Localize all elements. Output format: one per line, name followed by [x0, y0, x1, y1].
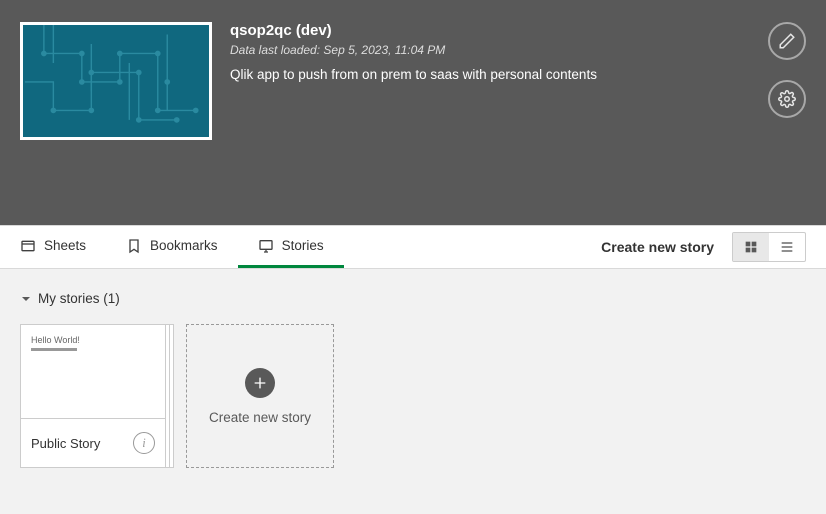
- sheets-icon: [20, 238, 36, 254]
- settings-button[interactable]: [768, 80, 806, 118]
- my-stories-header[interactable]: My stories (1): [20, 291, 806, 306]
- story-preview-text: Hello World!: [31, 335, 155, 345]
- preview-bar: [31, 348, 77, 351]
- list-view-button[interactable]: [769, 233, 805, 261]
- tab-bookmarks-label: Bookmarks: [150, 238, 218, 253]
- plus-icon: [252, 375, 268, 391]
- create-story-link[interactable]: Create new story: [601, 239, 714, 255]
- app-info: qsop2qc (dev) Data last loaded: Sep 5, 2…: [230, 22, 806, 203]
- list-icon: [779, 239, 795, 255]
- tabs-right: Create new story: [601, 232, 806, 262]
- tab-sheets-label: Sheets: [44, 238, 86, 253]
- stories-icon: [258, 238, 274, 254]
- stories-row: Hello World! Public Story i Create new s…: [20, 324, 806, 468]
- story-title: Public Story: [31, 436, 100, 451]
- app-title: qsop2qc (dev): [230, 22, 806, 39]
- tab-bookmarks[interactable]: Bookmarks: [106, 226, 238, 268]
- network-pattern-icon: [23, 25, 209, 137]
- tab-stories[interactable]: Stories: [238, 226, 344, 268]
- gear-icon: [778, 90, 796, 108]
- content-area: My stories (1) Hello World! Public Story…: [0, 269, 826, 490]
- story-info-button[interactable]: i: [133, 432, 155, 454]
- header-actions: [768, 22, 806, 118]
- story-footer: Public Story i: [21, 419, 165, 467]
- tabs-bar: Sheets Bookmarks Stories Create new stor…: [0, 225, 826, 269]
- app-thumbnail: [20, 22, 212, 140]
- app-last-loaded: Data last loaded: Sep 5, 2023, 11:04 PM: [230, 43, 806, 57]
- create-story-label: Create new story: [209, 410, 311, 425]
- app-header: qsop2qc (dev) Data last loaded: Sep 5, 2…: [0, 0, 826, 225]
- edit-button[interactable]: [768, 22, 806, 60]
- grid-view-button[interactable]: [733, 233, 769, 261]
- story-card[interactable]: Hello World! Public Story i: [20, 324, 166, 468]
- create-story-card[interactable]: Create new story: [186, 324, 334, 468]
- app-description: Qlik app to push from on prem to saas wi…: [230, 67, 806, 82]
- grid-icon: [743, 239, 759, 255]
- plus-circle: [245, 368, 275, 398]
- view-toggle: [732, 232, 806, 262]
- story-preview: Hello World!: [21, 325, 165, 419]
- bookmark-icon: [126, 238, 142, 254]
- chevron-down-icon: [20, 293, 32, 305]
- pencil-icon: [778, 32, 796, 50]
- tab-sheets[interactable]: Sheets: [0, 226, 106, 268]
- my-stories-label: My stories (1): [38, 291, 120, 306]
- tab-stories-label: Stories: [282, 238, 324, 253]
